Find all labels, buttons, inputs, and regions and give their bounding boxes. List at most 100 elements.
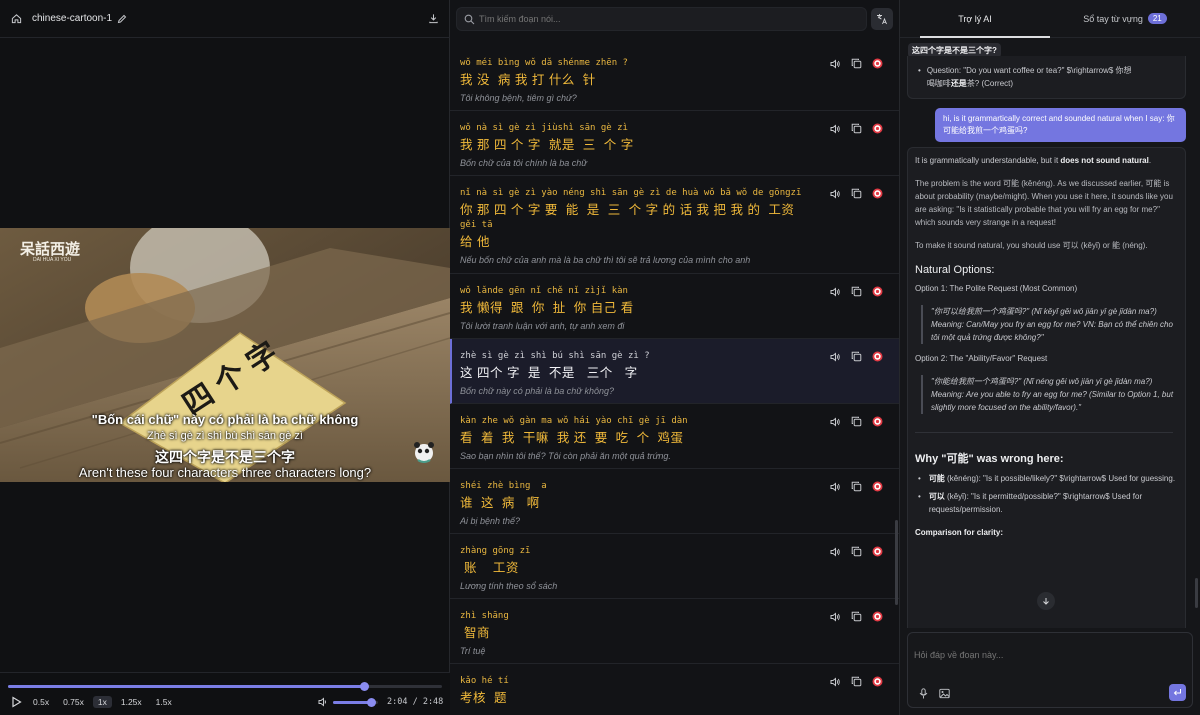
target-icon[interactable] (872, 286, 883, 297)
speed-1-5x[interactable]: 1.5x (151, 696, 177, 708)
transcript-scrollbar[interactable] (895, 520, 898, 605)
transcript-segment[interactable]: wǒ nà sì gè zì jiùshì sān gè zì 我 那 四 个 字… (450, 111, 899, 176)
download-icon[interactable] (428, 13, 439, 24)
speaker-icon[interactable] (830, 481, 841, 492)
target-icon[interactable] (872, 676, 883, 687)
transcript-search[interactable] (456, 7, 867, 31)
speaker-icon[interactable] (830, 188, 841, 199)
segment-actions (830, 416, 883, 427)
play-icon[interactable] (11, 696, 22, 708)
transcript-segment[interactable]: kǎo hé tí 考核 题 (450, 664, 899, 715)
option-1-title: Option 1: The Polite Request (Most Commo… (915, 284, 1078, 293)
segment-translation: Bốn chữ này có phải là ba chữ không? (460, 386, 615, 396)
target-icon[interactable] (872, 351, 883, 362)
speaker-icon[interactable] (830, 416, 841, 427)
target-icon[interactable] (872, 123, 883, 134)
transcript-segment[interactable]: kàn zhe wǒ gàn ma wǒ hái yào chī gè jī d… (450, 404, 899, 469)
assistant-panel: Trợ lý AI Sổ tay từ vựng 21 这四个字是不是三个字? •… (900, 0, 1200, 715)
speaker-icon[interactable] (830, 611, 841, 622)
scroll-down-icon[interactable] (1037, 592, 1055, 610)
progress-handle[interactable] (359, 682, 369, 691)
image-upload-icon[interactable] (939, 688, 950, 699)
assistant-tabs: Trợ lý AI Sổ tay từ vựng 21 (900, 0, 1200, 38)
target-icon[interactable] (872, 611, 883, 622)
progress-track[interactable] (8, 682, 442, 691)
tab-vocab-label: Sổ tay từ vựng (1083, 13, 1143, 24)
prev-question-line: Question: "Do you want coffee or tea?" $… (926, 66, 1132, 75)
target-icon[interactable] (872, 188, 883, 199)
speaker-icon[interactable] (830, 286, 841, 297)
volume-track[interactable] (333, 698, 378, 707)
vocab-count-badge: 21 (1147, 13, 1167, 24)
video-frame[interactable]: 四个字 呆話西遊 DAI HUA XI YOU "Bốn cái chữ" nà… (0, 228, 450, 482)
translate-toggle-icon[interactable] (871, 8, 893, 30)
ai-paragraph-1: It is grammatically understandable, but … (915, 154, 1177, 167)
send-icon[interactable] (1169, 684, 1186, 701)
copy-icon[interactable] (851, 351, 862, 362)
target-icon[interactable] (872, 481, 883, 492)
segment-actions (830, 58, 883, 69)
transcript-segment[interactable]: wǒ lǎnde gēn nǐ chě nǐ zìjǐ kàn 我 懒得 跟 你 … (450, 274, 899, 339)
home-icon[interactable] (10, 13, 22, 25)
copy-icon[interactable] (851, 546, 862, 557)
transcript-search-input[interactable] (479, 11, 859, 27)
copy-icon[interactable] (851, 188, 862, 199)
speed-0-75x[interactable]: 0.75x (58, 696, 89, 708)
subtitle-en: Aren't these four characters three chara… (78, 465, 372, 480)
speaker-icon[interactable] (830, 351, 841, 362)
segment-actions (830, 351, 883, 362)
prev-answer-bold: 还是 (950, 79, 967, 88)
transcript-segment[interactable]: shéi zhè bìng a谁 这 病 啊 Ai bị bệnh thế? (450, 469, 899, 534)
speaker-icon[interactable] (830, 676, 841, 687)
copy-icon[interactable] (851, 58, 862, 69)
tab-vocabulary[interactable]: Sổ tay từ vựng 21 (1050, 0, 1200, 38)
microphone-icon[interactable] (919, 688, 928, 699)
segment-actions (830, 481, 883, 492)
prev-ai-message: • Question: "Do you want coffee or tea?"… (907, 56, 1186, 99)
chat-input[interactable] (914, 647, 1184, 663)
speed-1x[interactable]: 1x (92, 696, 112, 708)
ai-p1-c: . (1148, 156, 1152, 165)
transcript-segment[interactable]: wǒ méi bìng wǒ dǎ shénme zhēn ? 我 没 病 我 打… (450, 46, 899, 111)
segment-list: wǒ méi bìng wǒ dǎ shénme zhēn ? 我 没 病 我 打… (450, 46, 899, 715)
segment-hanzi: 我 那 四 个 字 就是 三 个 字 (460, 138, 634, 152)
segment-translation: Trí tuệ (460, 646, 486, 656)
ai-message: It is grammatically understandable, but … (907, 147, 1186, 628)
why-item-1: • 可能 (kěnéng): "Is it possible/likely?" $… (918, 474, 1176, 483)
target-icon[interactable] (872, 58, 883, 69)
transcript-segment[interactable]: zhàng gōng zī 账 工资 Lương tính theo sổ sác… (450, 534, 899, 599)
chat-messages: • Question: "Do you want coffee or tea?"… (900, 38, 1200, 628)
segment-translation: Ai bị bệnh thế? (460, 516, 521, 526)
copy-icon[interactable] (851, 123, 862, 134)
prev-bullet: • Question: "Do you want coffee or tea?"… (918, 66, 1132, 88)
segment-actions (830, 676, 883, 687)
target-icon[interactable] (872, 546, 883, 557)
copy-icon[interactable] (851, 286, 862, 297)
segment-actions (830, 123, 883, 134)
transcript-segment[interactable]: zhì shāng 智商 Trí tuệ (450, 599, 899, 664)
speaker-icon[interactable] (830, 58, 841, 69)
copy-icon[interactable] (851, 416, 862, 427)
volume-icon[interactable] (318, 697, 329, 707)
transcript-segment[interactable]: nǐ nà sì gè zì yào néng shì sān gè zì de… (450, 176, 899, 274)
ai-paragraph-2: The problem is the word 可能 (kěnéng). As … (915, 179, 1173, 227)
why2-text: (kěyǐ): "Is it permitted/possible?" $\ri… (928, 492, 1143, 514)
transcript-segment[interactable]: zhè sì gè zì shì bú shì sān gè zì ? 这 四个 … (450, 339, 899, 404)
edit-title-icon[interactable] (117, 14, 127, 24)
speaker-icon[interactable] (830, 123, 841, 134)
copy-icon[interactable] (851, 676, 862, 687)
option-1-quote: "你可以给我煎一个鸡蛋吗?" (Nǐ kěyǐ gěi wǒ jiān yī g… (921, 305, 1177, 344)
volume-handle[interactable] (367, 698, 377, 707)
subtitle-vi: "Bốn cái chữ" này có phải là ba chữ khôn… (91, 412, 359, 427)
tab-ai-assistant[interactable]: Trợ lý AI (900, 0, 1050, 38)
segment-hanzi-2: 给 他 (460, 235, 490, 249)
chat-scrollbar[interactable] (1195, 578, 1198, 608)
video-topbar: chinese-cartoon-1 (0, 0, 450, 38)
copy-icon[interactable] (851, 481, 862, 492)
copy-icon[interactable] (851, 611, 862, 622)
speed-0-5x[interactable]: 0.5x (28, 696, 54, 708)
target-icon[interactable] (872, 416, 883, 427)
time-display: 2:04 / 2:48 (387, 697, 444, 707)
speaker-icon[interactable] (830, 546, 841, 557)
speed-1-25x[interactable]: 1.25x (116, 696, 147, 708)
